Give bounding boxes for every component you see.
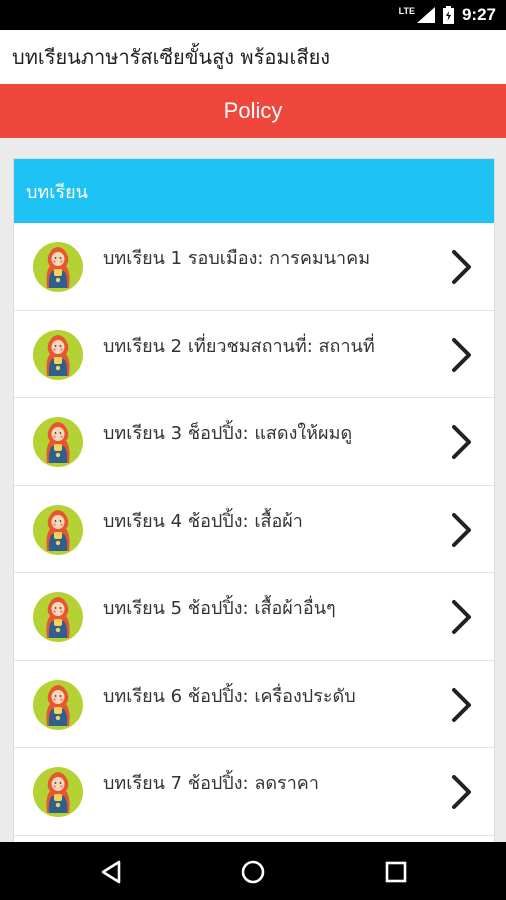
- battery-icon: [442, 6, 454, 24]
- lesson-label: บทเรียน 7 ช้อปปิ้ง: ลดราคา: [103, 773, 319, 794]
- signal-icon: [416, 7, 435, 23]
- navigation-bar: [0, 842, 506, 900]
- lesson-label: บทเรียน 6 ช้อปปิ้ง: เครื่องประดับ: [103, 685, 356, 707]
- chevron-right-icon: [452, 775, 471, 809]
- chevron-right-icon: [452, 512, 471, 547]
- lessons-card: บทเรียน บทเรียน 1 รอบเมือง: การคมนาคม บทเ…: [13, 158, 495, 848]
- lesson-label: บทเรียน 3 ช็อปปิ้ง: แสดงให้ผมดู: [103, 423, 353, 444]
- policy-button[interactable]: Policy: [0, 84, 506, 138]
- chevron-right-icon: [452, 250, 471, 284]
- lesson-item[interactable]: บทเรียน 4 ช้อปปิ้ง: เสื้อผ้า: [14, 486, 494, 573]
- matryoshka-doll-icon: [33, 592, 83, 642]
- network-type-label: LTE: [398, 6, 415, 16]
- chevron-right-icon: [452, 425, 471, 459]
- lesson-label: บทเรียน 4 ช้อปปิ้ง: เสื้อผ้า: [103, 510, 303, 532]
- matryoshka-doll-icon: [33, 504, 83, 555]
- status-bar: LTE 9:27: [0, 0, 506, 30]
- lesson-label: บทเรียน 1 รอบเมือง: การคมนาคม: [103, 248, 371, 269]
- app-bar: บทเรียนภาษารัสเซียขั้นสูง พร้อมเสียง: [0, 30, 506, 84]
- lesson-label: บทเรียน 2 เที่ยวชมสถานที่: สถานที่: [103, 335, 375, 357]
- app-title: บทเรียนภาษารัสเซียขั้นสูง พร้อมเสียง: [12, 45, 331, 69]
- card-header-title: บทเรียน: [26, 181, 88, 203]
- matryoshka-doll-icon: [33, 329, 83, 380]
- policy-label: Policy: [223, 98, 283, 123]
- lesson-item[interactable]: บทเรียน 5 ช้อปปิ้ง: เสื้อผ้าอื่นๆ: [14, 573, 494, 661]
- chevron-right-icon: [452, 687, 471, 722]
- matryoshka-doll-icon: [33, 767, 83, 817]
- lesson-item[interactable]: บทเรียน 6 ช้อปปิ้ง: เครื่องประดับ: [14, 661, 494, 748]
- back-icon[interactable]: [97, 857, 127, 887]
- matryoshka-doll-icon: [33, 242, 83, 292]
- lesson-item[interactable]: บทเรียน 7 ช้อปปิ้ง: ลดราคา: [14, 748, 494, 836]
- home-icon[interactable]: [238, 857, 268, 887]
- clock: 9:27: [461, 5, 496, 24]
- chevron-right-icon: [452, 337, 471, 372]
- lesson-item[interactable]: บทเรียน 3 ช็อปปิ้ง: แสดงให้ผมดู: [14, 398, 494, 486]
- lesson-item[interactable]: บทเรียน 1 รอบเมือง: การคมนาคม: [14, 223, 494, 311]
- card-header: บทเรียน: [14, 159, 494, 223]
- recents-icon[interactable]: [381, 857, 411, 887]
- matryoshka-doll-icon: [33, 417, 83, 467]
- lesson-list: บทเรียน 1 รอบเมือง: การคมนาคมบทเรียน 2 เ…: [14, 223, 494, 836]
- lesson-item[interactable]: บทเรียน 2 เที่ยวชมสถานที่: สถานที่: [14, 311, 494, 398]
- lesson-label: บทเรียน 5 ช้อปปิ้ง: เสื้อผ้าอื่นๆ: [103, 598, 336, 619]
- chevron-right-icon: [452, 600, 471, 634]
- matryoshka-doll-icon: [33, 679, 83, 730]
